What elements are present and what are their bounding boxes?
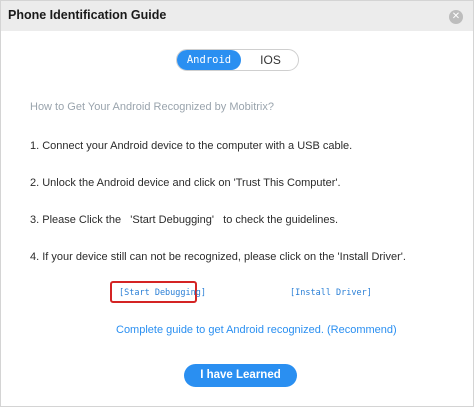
close-icon[interactable]: ✕ — [449, 10, 463, 24]
install-driver-link[interactable]: [Install Driver] — [290, 288, 372, 298]
complete-guide-link[interactable]: Complete guide to get Android recognized… — [116, 324, 397, 336]
tab-ios[interactable]: IOS — [243, 50, 298, 70]
title-bar: Phone Identification Guide ✕ — [1, 1, 473, 31]
step-2: 2. Unlock the Android device and click o… — [30, 177, 341, 189]
tab-android[interactable]: Android — [177, 50, 241, 70]
guide-heading: How to Get Your Android Recognized by Mo… — [30, 101, 274, 113]
step-1: 1. Connect your Android device to the co… — [30, 140, 353, 152]
os-toggle: Android IOS — [176, 49, 299, 71]
phone-identification-dialog: Phone Identification Guide ✕ Android IOS… — [0, 0, 474, 407]
step-4: 4. If your device still can not be recog… — [30, 251, 406, 263]
dialog-title: Phone Identification Guide — [8, 8, 167, 22]
step-3: 3. Please Click the 'Start Debugging' to… — [30, 214, 339, 226]
i-have-learned-button[interactable]: I have Learned — [184, 364, 297, 387]
start-debugging-link[interactable]: [Start Debugging] — [119, 288, 206, 298]
